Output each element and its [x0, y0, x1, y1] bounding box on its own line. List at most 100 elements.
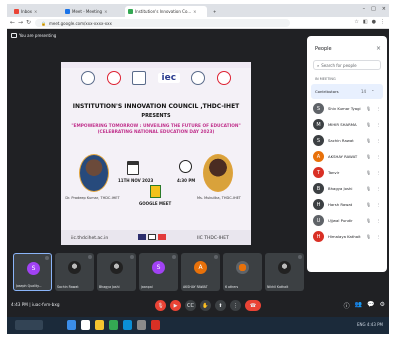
people-row[interactable]: A AKSHAY RAWAT 🎙 ⋮ — [311, 149, 383, 164]
file-explorer-icon[interactable] — [95, 320, 104, 330]
participant-tile[interactable]: S jaanpal — [139, 253, 178, 291]
minimize-icon[interactable]: – — [363, 6, 366, 12]
close-window-icon[interactable]: × — [382, 6, 386, 12]
people-icon[interactable]: 👥 — [355, 301, 362, 310]
forward-icon[interactable]: → — [18, 19, 23, 26]
close-icon[interactable]: × — [34, 9, 37, 14]
gmail-icon — [14, 9, 19, 14]
taskbar-apps — [67, 320, 160, 330]
menu-icon[interactable]: ⋮ — [380, 19, 385, 25]
star-icon[interactable]: ☆ — [354, 19, 358, 25]
present-button[interactable]: ⬆ — [215, 300, 226, 311]
people-row[interactable]: B Bhagya Joshi 🎙 ⋮ — [311, 181, 383, 196]
camera-off-button[interactable]: ▶ — [170, 300, 181, 311]
browser-tab[interactable]: Inbox × — [11, 6, 59, 17]
people-row[interactable]: T Tanvir 🎙 ⋮ — [311, 165, 383, 180]
call-controls: 🎙 ▶ CC ✋ ⬆ ⋮ ☎ — [155, 300, 261, 311]
more-icon[interactable]: ⋮ — [376, 154, 380, 159]
close-icon[interactable]: × — [376, 45, 381, 52]
mic-off-button[interactable]: 🎙 — [155, 300, 166, 311]
close-icon[interactable]: × — [193, 9, 196, 14]
meet-logo — [150, 185, 161, 198]
avatar — [110, 261, 123, 274]
avatar: H — [313, 231, 324, 242]
slide-mode: GOOGLE MEET — [139, 201, 172, 206]
meeting-info: 4:43 PM | iuac-fvm-bxg — [11, 302, 60, 307]
screenshot-frame: Inbox × Meet - Meeting × Institution's I… — [7, 4, 389, 334]
chevron-up-icon[interactable]: ⌃ — [371, 89, 374, 94]
participant-tile[interactable]: S Joseph Quality... — [13, 253, 52, 291]
people-panel-title: People — [315, 46, 332, 52]
close-icon[interactable]: × — [104, 9, 107, 14]
start-icon[interactable] — [67, 320, 76, 330]
info-icon[interactable]: ⓘ — [344, 301, 350, 310]
participant-tile[interactable]: Sachin Rawat — [55, 253, 94, 291]
lock-icon: 🔒 — [41, 20, 46, 26]
avatar: A — [194, 261, 207, 274]
people-row[interactable]: H Harsh Rawat 🎙 ⋮ — [311, 197, 383, 212]
end-call-button[interactable]: ☎ — [245, 300, 261, 311]
institute-logo — [81, 71, 95, 85]
chat-icon[interactable]: 💬 — [367, 301, 374, 310]
weather-widget[interactable] — [15, 320, 43, 330]
browser-tab[interactable]: Meet - Meeting × — [62, 6, 122, 17]
mail-icon[interactable] — [151, 320, 160, 330]
speaker-photo-right — [203, 154, 233, 192]
store-icon[interactable] — [137, 320, 146, 330]
extensions-icon[interactable]: ◧ — [363, 19, 368, 25]
avatar — [278, 261, 291, 274]
captions-button[interactable]: CC — [185, 300, 196, 311]
more-icon[interactable]: ⋮ — [376, 106, 380, 111]
people-row[interactable]: U Ujjwal Pundir 🎙 ⋮ — [311, 213, 383, 228]
more-icon[interactable]: ⋮ — [376, 234, 380, 239]
people-search-input[interactable]: ⌕ Search for people — [313, 60, 381, 70]
mic-off-icon: 🎙 — [366, 186, 372, 191]
back-icon[interactable]: ← — [10, 19, 15, 26]
maximize-icon[interactable]: □ — [371, 6, 376, 12]
people-row[interactable]: M MIHIR SHARMA 🎙 ⋮ — [311, 117, 383, 132]
moe-logo — [132, 71, 147, 85]
people-row[interactable]: S Shiv Kumar Tyagi 🎙 ⋮ — [311, 101, 383, 116]
chrome-icon[interactable] — [109, 320, 118, 330]
browser-tab-bar: Inbox × Meet - Meeting × Institution's I… — [7, 4, 389, 17]
more-icon[interactable]: ⋮ — [376, 170, 380, 175]
mic-icon — [172, 255, 176, 259]
search-icon[interactable] — [81, 320, 90, 330]
browser-toolbar: ☆ ◧ ● ⋮ — [354, 19, 385, 25]
participant-tile[interactable]: Nikhil Kathait — [265, 253, 304, 291]
more-icon[interactable]: ⋮ — [376, 218, 380, 223]
iic-logo — [106, 71, 121, 85]
more-options-button[interactable]: ⋮ — [230, 300, 241, 311]
reload-icon[interactable]: ↻ — [26, 19, 31, 26]
browser-tab-active[interactable]: Institution's Innovation Co... × — [125, 6, 207, 17]
more-icon[interactable]: ⋮ — [376, 138, 380, 143]
new-tab-button[interactable]: + — [210, 6, 220, 17]
more-icon[interactable]: ⋮ — [376, 202, 380, 207]
speaker-caption-left: Dr. Pradeep Kumar, THDC-IHET — [65, 196, 120, 200]
people-panel: People × ⌕ Search for people IN MEETING … — [307, 36, 387, 272]
activities-icon[interactable]: ⚙ — [380, 301, 385, 310]
people-group-row[interactable]: Contributors 14 ⌃ — [311, 84, 383, 99]
profile-icon[interactable]: ● — [372, 19, 376, 25]
people-row[interactable]: H Himalaya Kathait 🎙 ⋮ — [311, 229, 383, 244]
edge-icon[interactable] — [123, 320, 132, 330]
more-icon[interactable]: ⋮ — [376, 186, 380, 191]
participant-tile-others[interactable]: 6 others — [223, 253, 262, 291]
avatar: S — [27, 262, 40, 275]
raise-hand-button[interactable]: ✋ — [200, 300, 211, 311]
iec-logo: iec — [157, 73, 180, 83]
avatar: H — [313, 199, 324, 210]
people-section-label: IN MEETING — [315, 77, 336, 81]
url-field[interactable]: 🔒 meet.google.com/xxx-xxxx-xxx — [35, 19, 290, 27]
avatar — [68, 261, 81, 274]
speaker-photo-left — [79, 154, 109, 192]
avatar: M — [313, 119, 324, 130]
more-icon[interactable]: ⋮ — [376, 122, 380, 127]
participant-tile[interactable]: A AKSHAY RAWAT — [181, 253, 220, 291]
presenting-label: You are presenting — [11, 33, 56, 38]
participant-tile[interactable]: Bhagya Joshi — [97, 253, 136, 291]
slide-title: INSTITUTION'S INNOVATION COUNCIL ,THDC-I… — [72, 103, 240, 110]
people-row[interactable]: S Sachin Rawat 🎙 ⋮ — [311, 133, 383, 148]
meet-icon — [65, 9, 70, 14]
mic-icon — [298, 255, 302, 259]
